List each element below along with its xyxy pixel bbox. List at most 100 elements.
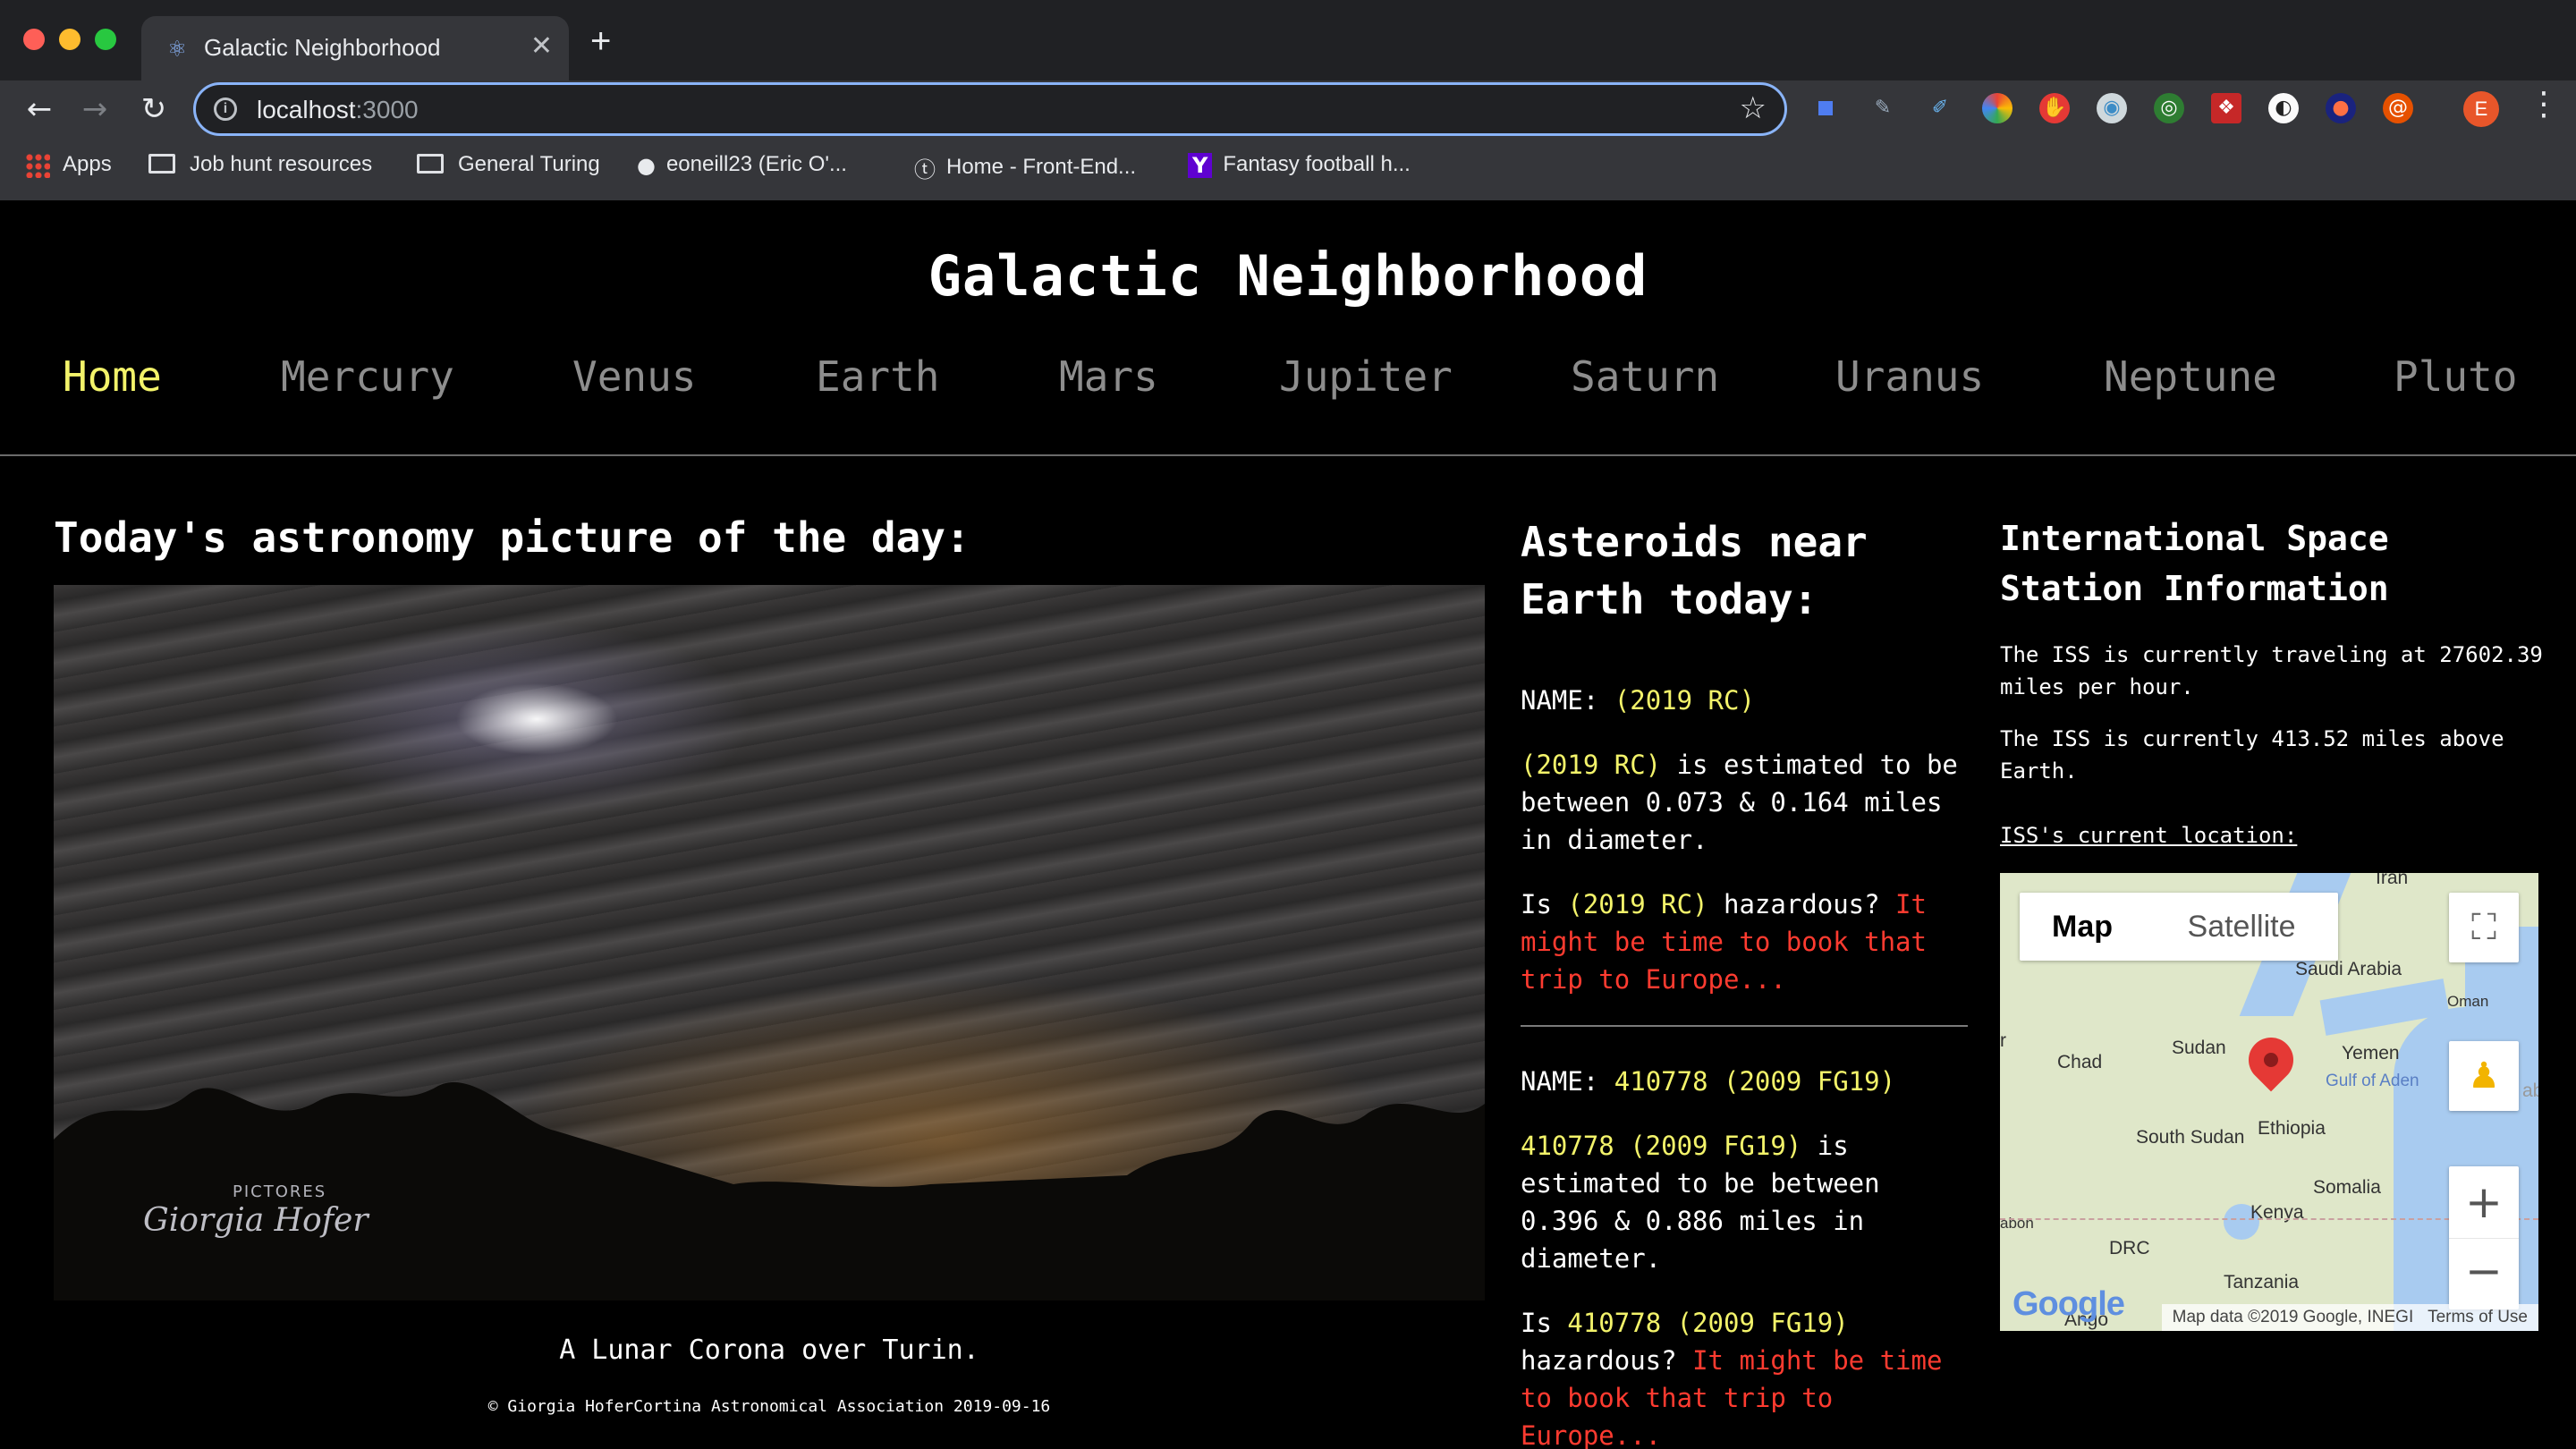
hazard-prefix: Is xyxy=(1521,1308,1568,1338)
hazard-question: hazardous? xyxy=(1521,1345,1693,1376)
info-icon[interactable]: i xyxy=(214,97,237,121)
asteroid-name-inline: 410778 (2009 FG19) xyxy=(1567,1308,1849,1338)
zoom-out-button[interactable]: − xyxy=(2449,1238,2519,1309)
minimize-window-button[interactable] xyxy=(59,29,80,50)
map-label-south-sudan: South Sudan xyxy=(2136,1127,2245,1148)
bookmark-general-turing[interactable]: General Turing xyxy=(417,152,600,177)
map-attribution: Map data ©2019 Google, INEGI Terms of Us… xyxy=(2161,1304,2538,1331)
bookmark-turing-home[interactable]: ⓣ Home - Front-End... xyxy=(914,152,1136,183)
react-atom-icon: ⚛ xyxy=(168,32,186,64)
tab-strip: ⚛ Galactic Neighborhood ✕ + xyxy=(0,0,2576,80)
browser-tab[interactable]: ⚛ Galactic Neighborhood ✕ xyxy=(141,16,569,80)
iss-altitude: The ISS is currently 413.52 miles above … xyxy=(2000,726,2504,784)
back-arrow-icon[interactable]: ← xyxy=(20,89,59,129)
maximize-window-button[interactable] xyxy=(95,29,116,50)
nav-saturn[interactable]: Saturn xyxy=(1571,352,1719,401)
zoom-controls: + − xyxy=(2449,1166,2519,1309)
reload-icon[interactable]: ↻ xyxy=(134,89,174,129)
tab-title: Galactic Neighborhood xyxy=(204,34,441,61)
map-label-chad: Chad xyxy=(2057,1052,2103,1072)
folder-icon xyxy=(417,154,444,174)
map-label-tanzania: Tanzania xyxy=(2224,1272,2300,1292)
fullscreen-icon[interactable]: ⛶ xyxy=(2449,893,2519,962)
folder-icon xyxy=(148,154,175,174)
iss-location-pin[interactable] xyxy=(2239,1028,2303,1092)
extension-pen-icon[interactable]: ✐ xyxy=(1925,93,1955,123)
nav-neptune[interactable]: Neptune xyxy=(2104,352,2277,401)
hazard-prefix: Is xyxy=(1521,889,1568,919)
forward-arrow-icon[interactable]: → xyxy=(75,89,114,129)
nav-jupiter[interactable]: Jupiter xyxy=(1279,352,1453,401)
site-title: Galactic Neighborhood xyxy=(928,243,1648,309)
street-view-pegman-icon[interactable]: ♟ xyxy=(2449,1041,2519,1111)
asteroids-section: Asteroids near Earth today: NAME: (2019 … xyxy=(1521,513,1968,1449)
asteroid-size: 410778 (2009 FG19) is estimated to be be… xyxy=(1521,1127,1968,1277)
extension-game-icon[interactable]: ◐ xyxy=(2268,93,2299,123)
extension-colorwheel-icon[interactable] xyxy=(1982,93,2012,123)
yahoo-icon: Y xyxy=(1188,152,1213,178)
tree-silhouette xyxy=(54,1081,1485,1301)
map-label-saudi-arabia: Saudi Arabia xyxy=(2295,959,2402,979)
asteroid-size: (2019 RC) is estimated to be between 0.0… xyxy=(1521,746,1968,859)
apod-logo: PICTORES xyxy=(233,1182,327,1201)
bookmarks-bar: Apps Job hunt resources General Turing ●… xyxy=(0,143,2576,188)
map-label-sudan: Sudan xyxy=(2172,1038,2226,1058)
bookmark-github[interactable]: ● eoneill23 (Eric O'... xyxy=(637,152,847,178)
map-data-credit: Map data ©2019 Google, INEGI xyxy=(2172,1308,2414,1326)
map-label-gabon: abon xyxy=(2000,1215,2034,1232)
map-label-edge-r: r xyxy=(2000,1030,2006,1051)
apps-grid-icon xyxy=(25,152,50,178)
nav-divider xyxy=(0,454,2576,456)
map-type-map-button[interactable]: Map xyxy=(2020,893,2145,961)
bookmark-apps[interactable]: Apps xyxy=(25,152,112,178)
nav-uranus[interactable]: Uranus xyxy=(1835,352,1984,401)
address-text[interactable]: localhost:3000 xyxy=(257,96,419,124)
map-label-drc: DRC xyxy=(2109,1238,2150,1258)
nav-mars[interactable]: Mars xyxy=(1059,352,1158,401)
extension-globe-icon[interactable]: ● xyxy=(2326,93,2356,123)
apod-credit: © Giorgia HoferCortina Astronomical Asso… xyxy=(487,1397,1051,1416)
nav-pluto[interactable]: Pluto xyxy=(2394,352,2517,401)
planet-nav: Home Mercury Venus Earth Mars Jupiter Sa… xyxy=(0,352,2576,415)
nav-venus[interactable]: Venus xyxy=(572,352,696,401)
extension-target-icon[interactable]: ◎ xyxy=(2154,93,2184,123)
bookmark-job-hunt[interactable]: Job hunt resources xyxy=(148,152,372,177)
extension-swirl-icon[interactable]: @ xyxy=(2383,93,2413,123)
extension-hand-icon[interactable]: ✋ xyxy=(2039,93,2070,123)
profile-avatar[interactable]: E xyxy=(2463,91,2499,127)
apod-image: PICTORES Giorgia Hofer xyxy=(54,585,1485,1301)
name-label: NAME: xyxy=(1521,685,1599,716)
nav-home[interactable]: Home xyxy=(63,352,162,401)
map-label-iran: Iran xyxy=(2376,873,2409,888)
extension-eyedropper-icon[interactable]: ✎ xyxy=(1868,93,1898,123)
map-label-somalia: Somalia xyxy=(2313,1177,2381,1198)
asteroid-card: NAME: (2019 RC) (2019 RC) is estimated t… xyxy=(1521,682,1968,1027)
apod-caption: A Lunar Corona over Turin. xyxy=(559,1335,979,1366)
zoom-in-button[interactable]: + xyxy=(2449,1166,2519,1238)
new-tab-button[interactable]: + xyxy=(590,23,611,59)
asteroid-name: 410778 (2009 FG19) xyxy=(1614,1066,1896,1097)
map-label-gulf-of-aden: Gulf of Aden xyxy=(2326,1072,2419,1090)
asteroid-name: (2019 RC) xyxy=(1614,685,1755,716)
asteroid-hazard: Is (2019 RC) hazardous? It might be time… xyxy=(1521,886,1968,998)
iss-map[interactable]: Iran Saudi Arabia Oman r Chad Sudan Yeme… xyxy=(2000,873,2538,1331)
extension-puzzle-icon[interactable]: ❖ xyxy=(2211,93,2241,123)
nav-mercury[interactable]: Mercury xyxy=(281,352,454,401)
bookmark-star-icon[interactable]: ☆ xyxy=(1740,90,1767,126)
nav-earth[interactable]: Earth xyxy=(816,352,939,401)
tab-close-icon[interactable]: ✕ xyxy=(530,30,553,62)
bookmark-fantasy-football[interactable]: Y Fantasy football h... xyxy=(1188,152,1411,178)
extension-circle-icon[interactable]: ◉ xyxy=(2097,93,2127,123)
close-window-button[interactable] xyxy=(23,29,45,50)
turing-icon: ⓣ xyxy=(914,157,936,182)
iss-location-label: ISS's current location: xyxy=(2000,823,2298,848)
asteroid-name-line: NAME: (2019 RC) xyxy=(1521,682,1968,719)
terms-of-use-link[interactable]: Terms of Use xyxy=(2428,1308,2528,1326)
browser-menu-icon[interactable]: ⋮ xyxy=(2528,86,2560,123)
name-label: NAME: xyxy=(1521,1066,1599,1097)
extension-square-icon[interactable] xyxy=(1810,93,1841,123)
asteroids-heading: Asteroids near Earth today: xyxy=(1521,518,1868,623)
iss-heading: International Space Station Information xyxy=(2000,519,2389,608)
address-bar[interactable]: i localhost:3000 ☆ xyxy=(193,82,1787,136)
map-type-satellite-button[interactable]: Satellite xyxy=(2145,893,2338,961)
